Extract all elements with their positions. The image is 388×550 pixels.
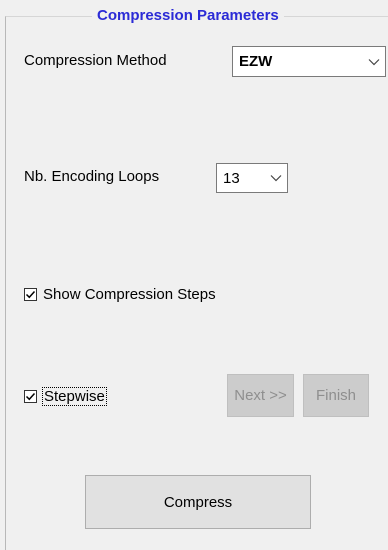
show-steps-checkbox-row[interactable]: Show Compression Steps xyxy=(24,285,216,303)
show-steps-checkbox[interactable] xyxy=(24,287,37,301)
checkmark-icon xyxy=(25,290,36,298)
chevron-down-icon[interactable] xyxy=(265,164,287,192)
encoding-loops-select[interactable]: 13 xyxy=(216,163,288,193)
show-steps-label: Show Compression Steps xyxy=(43,285,216,303)
stepwise-checkbox[interactable] xyxy=(24,389,37,403)
stepwise-label: Stepwise xyxy=(42,386,107,406)
encoding-loops-label: Nb. Encoding Loops xyxy=(24,168,160,185)
compression-method-value: EZW xyxy=(239,53,273,70)
finish-button[interactable]: Finish xyxy=(303,374,369,417)
encoding-loops-value: 13 xyxy=(223,169,240,187)
next-button[interactable]: Next >> xyxy=(227,374,294,417)
checkmark-icon xyxy=(25,392,36,400)
compression-method-select[interactable]: EZW xyxy=(232,46,386,77)
group-box-title: Compression Parameters xyxy=(92,7,284,25)
compression-method-label: Compression Method xyxy=(24,52,167,69)
chevron-down-icon[interactable] xyxy=(363,47,385,76)
group-box-frame xyxy=(5,16,388,550)
stepwise-checkbox-row[interactable]: Stepwise xyxy=(24,386,107,406)
compress-button[interactable]: Compress xyxy=(85,475,311,529)
compression-parameters-panel: Compression Parameters Compression Metho… xyxy=(0,0,388,550)
